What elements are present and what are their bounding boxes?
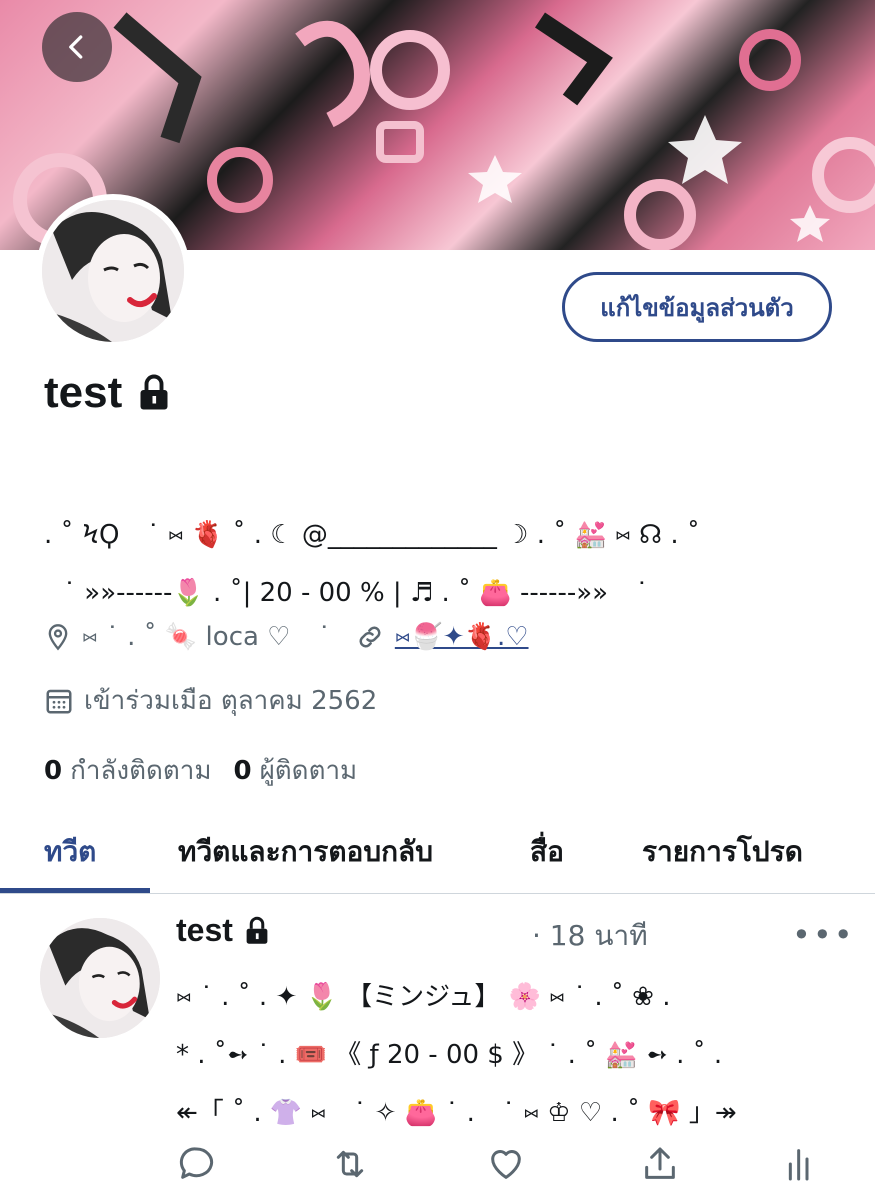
tweet-actions	[176, 1144, 826, 1188]
tweet-text: ⑅ ˙ . ˚ . ✦ 🌷 【ミンジュ】 🌸 ⑅ ˙ . ˚ ❀ . * . ˚…	[176, 968, 836, 1142]
tweet-timestamp[interactable]: · 18 นาที	[532, 914, 648, 958]
tweet-header: test	[176, 912, 271, 949]
joined-date: เข้าร่วมเมือ ตุลาคม 2562	[84, 686, 378, 716]
calendar-icon	[46, 689, 72, 713]
active-tab-indicator	[0, 888, 150, 893]
location-pin-icon	[48, 624, 68, 651]
profile-name-row: test	[44, 368, 172, 418]
tweet-author-name[interactable]: test	[176, 912, 233, 949]
followers-count: 0	[233, 756, 252, 786]
lock-icon	[246, 916, 268, 944]
avatar-image	[42, 200, 184, 342]
chevron-left-icon	[69, 35, 83, 59]
follow-counts: 0 กำลังติดตาม 0 ผู้ติดตาม	[44, 750, 357, 791]
profile-bio: . ˚ ϞϘ ⠀˙ ⑅ 🫀 ˚ . ☾ @_____________ ☽ . ˚…	[44, 506, 844, 622]
tab-likes[interactable]: รายการโปรด	[642, 830, 803, 874]
edit-profile-button[interactable]: แก้ไขข้อมูลส่วนตัว	[562, 272, 832, 342]
tweet-more-button[interactable]: •••	[792, 916, 855, 954]
tweet-line: * . ˚➻ ˙ . 🎟️ 《 ƒ 20 - 00 $ 》 ˙ . ˚ 💒 ➻ …	[176, 1040, 723, 1070]
bio-line: . ˚ ϞϘ ⠀˙ ⑅ 🫀 ˚ . ☾ @_____________ ☽ . ˚…	[44, 520, 700, 550]
profile-avatar[interactable]	[36, 194, 190, 348]
followers-link[interactable]: 0 ผู้ติดตาม	[233, 750, 357, 791]
profile-tabs: ทวีต ทวีตและการตอบกลับ สื่อ รายการโปรด	[0, 808, 875, 894]
tweet-line: ⑅ ˙ . ˚ . ✦ 🌷 【ミンジュ】 🌸 ⑅ ˙ . ˚ ❀ .	[176, 982, 671, 1012]
display-name: test	[44, 368, 123, 417]
bio-line: ⠀˙ »»------🌷 . ˚| 20 - 00 % | ♬ . ˚ 👛 --…	[44, 578, 649, 608]
tweet-line: ↞「 ˚ . 👚 ⑅ ⠀˙ ✧ 👛 ˙ . ⠀˙ ⑅ ♔ ♡ . ˚ 🎀 」↠	[176, 1098, 737, 1128]
share-icon[interactable]	[640, 1144, 680, 1184]
link-icon	[359, 626, 381, 648]
like-icon[interactable]	[486, 1144, 526, 1184]
followers-label: ผู้ติดตาม	[259, 756, 358, 786]
location-text: ⑅ ˙ . ˚ 🍬 loca ♡ ⠀˙	[82, 622, 331, 652]
lock-icon	[140, 374, 168, 410]
back-button[interactable]	[42, 12, 112, 82]
retweet-icon[interactable]	[330, 1144, 370, 1184]
joined-row: เข้าร่วมเมือ ตุลาคม 2562	[44, 680, 377, 721]
tab-tweets-and-replies[interactable]: ทวีตและการตอบกลับ	[178, 830, 433, 874]
following-link[interactable]: 0 กำลังติดตาม	[44, 750, 211, 791]
following-label: กำลังติดตาม	[70, 756, 212, 786]
tweet-avatar[interactable]	[40, 918, 160, 1038]
following-count: 0	[44, 756, 63, 786]
tab-media[interactable]: สื่อ	[530, 830, 564, 874]
location-website-row: ⑅ ˙ . ˚ 🍬 loca ♡ ⠀˙ ⑅🍧✦🫀.♡	[44, 622, 529, 652]
website-link[interactable]: ⑅🍧✦🫀.♡	[395, 622, 529, 652]
tab-tweets[interactable]: ทวีต	[44, 830, 96, 874]
reply-icon[interactable]	[176, 1144, 216, 1184]
analytics-icon[interactable]	[782, 1144, 822, 1184]
